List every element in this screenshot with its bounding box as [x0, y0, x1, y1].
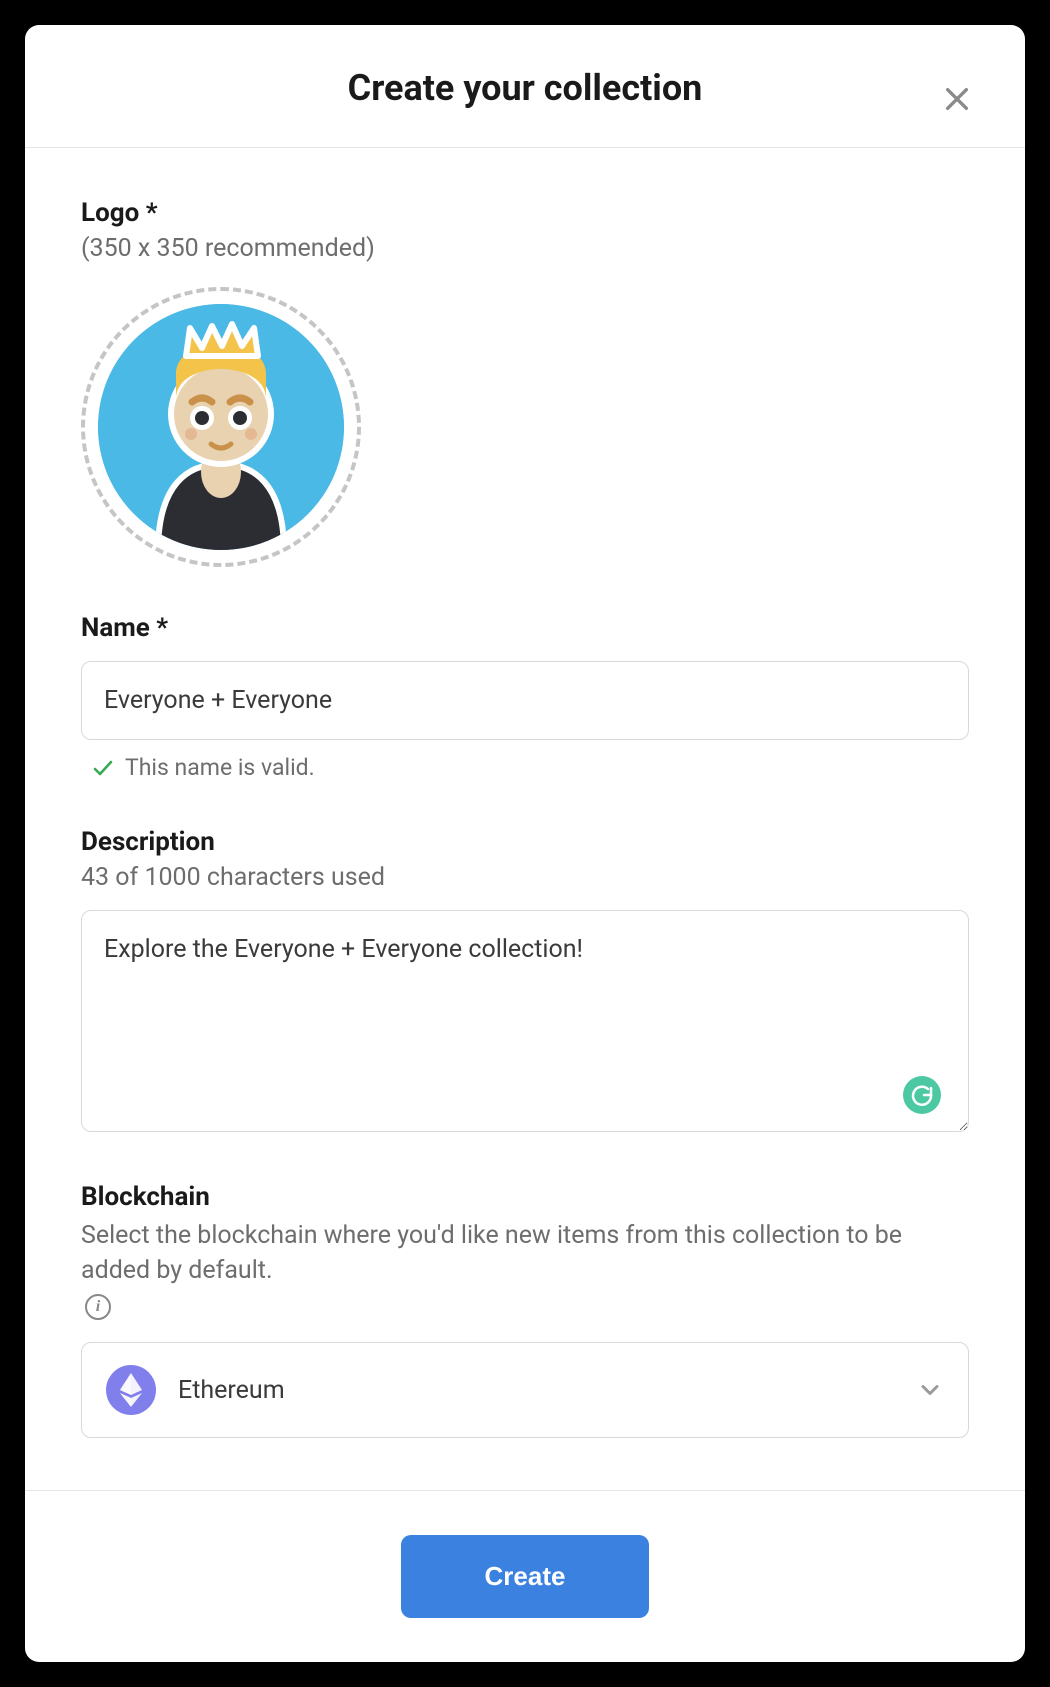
logo-upload[interactable]	[81, 287, 361, 567]
avatar	[98, 304, 344, 550]
description-label: Description	[81, 827, 969, 857]
description-counter: 43 of 1000 characters used	[81, 863, 969, 892]
create-collection-modal: Create your collection Logo * (350 x 350…	[25, 25, 1025, 1662]
description-group: Description 43 of 1000 characters used	[81, 827, 969, 1136]
close-icon	[941, 83, 973, 115]
logo-label: Logo *	[81, 198, 969, 228]
name-validation-text: This name is valid.	[125, 754, 315, 781]
description-wrap	[81, 910, 969, 1136]
name-input[interactable]	[81, 661, 969, 740]
name-group: Name * This name is valid.	[81, 613, 969, 781]
close-button[interactable]	[941, 83, 973, 115]
info-icon[interactable]: i	[85, 1294, 111, 1320]
check-icon	[91, 756, 115, 780]
blockchain-select[interactable]: Ethereum	[81, 1342, 969, 1438]
description-input[interactable]	[81, 910, 969, 1132]
modal-header: Create your collection	[25, 25, 1025, 148]
modal-title: Create your collection	[75, 67, 975, 109]
name-validation: This name is valid.	[81, 754, 969, 781]
name-label: Name *	[81, 613, 969, 643]
blockchain-group: Blockchain Select the blockchain where y…	[81, 1182, 969, 1438]
logo-group: Logo * (350 x 350 recommended)	[81, 198, 969, 567]
logo-hint: (350 x 350 recommended)	[81, 234, 969, 263]
modal-footer: Create	[25, 1490, 1025, 1662]
ethereum-icon	[106, 1365, 156, 1415]
modal-body: Logo * (350 x 350 recommended)	[25, 148, 1025, 1490]
blockchain-selected: Ethereum	[178, 1376, 285, 1405]
avatar-icon	[98, 304, 344, 550]
create-button[interactable]: Create	[401, 1535, 650, 1618]
blockchain-label: Blockchain	[81, 1182, 969, 1212]
blockchain-hint: Select the blockchain where you'd like n…	[81, 1218, 969, 1320]
chevron-down-icon	[916, 1376, 944, 1404]
